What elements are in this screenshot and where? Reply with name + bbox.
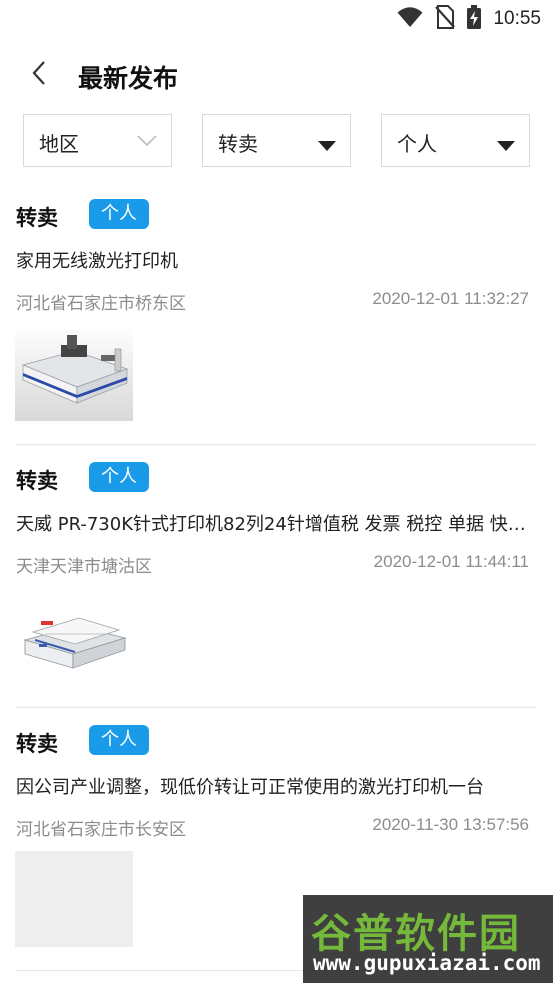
wifi-icon — [397, 6, 423, 32]
listing-location: 河北省石家庄市桥东区 — [16, 294, 186, 314]
listing-title: 天威 PR-730K针式打印机82列24针增值税 发票 税控 单据 快递单打印机 — [16, 514, 526, 535]
listing-image[interactable] — [15, 588, 133, 684]
page-title: 最新发布 — [78, 64, 179, 93]
watermark-url: www.gupuxiazai.com — [313, 951, 541, 975]
listing-item[interactable]: 转卖 个人 天威 PR-730K针式打印机82列24针增值税 发票 税控 单据 … — [0, 445, 553, 708]
status-icons: 10:55 — [397, 5, 541, 33]
listing-type: 转卖 — [16, 469, 58, 493]
listing-location: 天津天津市塘沽区 — [16, 557, 152, 577]
filter-bar: 地区 转卖 个人 — [0, 114, 553, 168]
publisher-badge: 个人 — [89, 199, 149, 229]
listing-time: 2020-12-01 11:32:27 — [372, 289, 529, 308]
listing-image[interactable] — [15, 325, 133, 421]
filter-publisher[interactable]: 个人 — [381, 114, 530, 167]
filter-publisher-label: 个人 — [397, 132, 437, 156]
filter-region[interactable]: 地区 — [23, 114, 172, 167]
filter-category-label: 转卖 — [218, 132, 258, 156]
filter-category[interactable]: 转卖 — [202, 114, 351, 167]
back-button[interactable] — [22, 58, 56, 92]
chevron-down-icon — [137, 133, 157, 152]
listing-title: 因公司产业调整，现低价转让可正常使用的激光打印机一台 — [16, 777, 484, 798]
screen: 10:55 最新发布 地区 转卖 个人 转卖 个人 家用无线激光打印机 河北省石… — [0, 0, 553, 983]
listing-item[interactable]: 转卖 个人 家用无线激光打印机 河北省石家庄市桥东区 2020-12-01 11… — [0, 182, 553, 445]
listing-list: 转卖 个人 家用无线激光打印机 河北省石家庄市桥东区 2020-12-01 11… — [0, 182, 553, 971]
caret-down-icon — [497, 136, 515, 155]
filter-region-label: 地区 — [39, 132, 79, 156]
watermark: 谷普软件园 www.gupuxiazai.com — [303, 895, 553, 983]
listing-time: 2020-12-01 11:44:11 — [373, 552, 529, 571]
publisher-badge: 个人 — [89, 725, 149, 755]
no-sim-icon — [435, 5, 456, 33]
listing-image-placeholder[interactable] — [15, 851, 133, 947]
caret-down-icon — [318, 136, 336, 155]
listing-type: 转卖 — [16, 732, 58, 756]
listing-location: 河北省石家庄市长安区 — [16, 820, 186, 840]
listing-type: 转卖 — [16, 206, 58, 230]
listing-time: 2020-11-30 13:57:56 — [372, 815, 529, 834]
listing-title: 家用无线激光打印机 — [16, 251, 178, 272]
battery-charging-icon — [467, 5, 482, 33]
chevron-left-icon — [31, 60, 47, 90]
publisher-badge: 个人 — [89, 462, 149, 492]
title-bar: 最新发布 — [0, 44, 553, 106]
status-bar: 10:55 — [0, 0, 553, 40]
status-time: 10:55 — [493, 8, 541, 29]
